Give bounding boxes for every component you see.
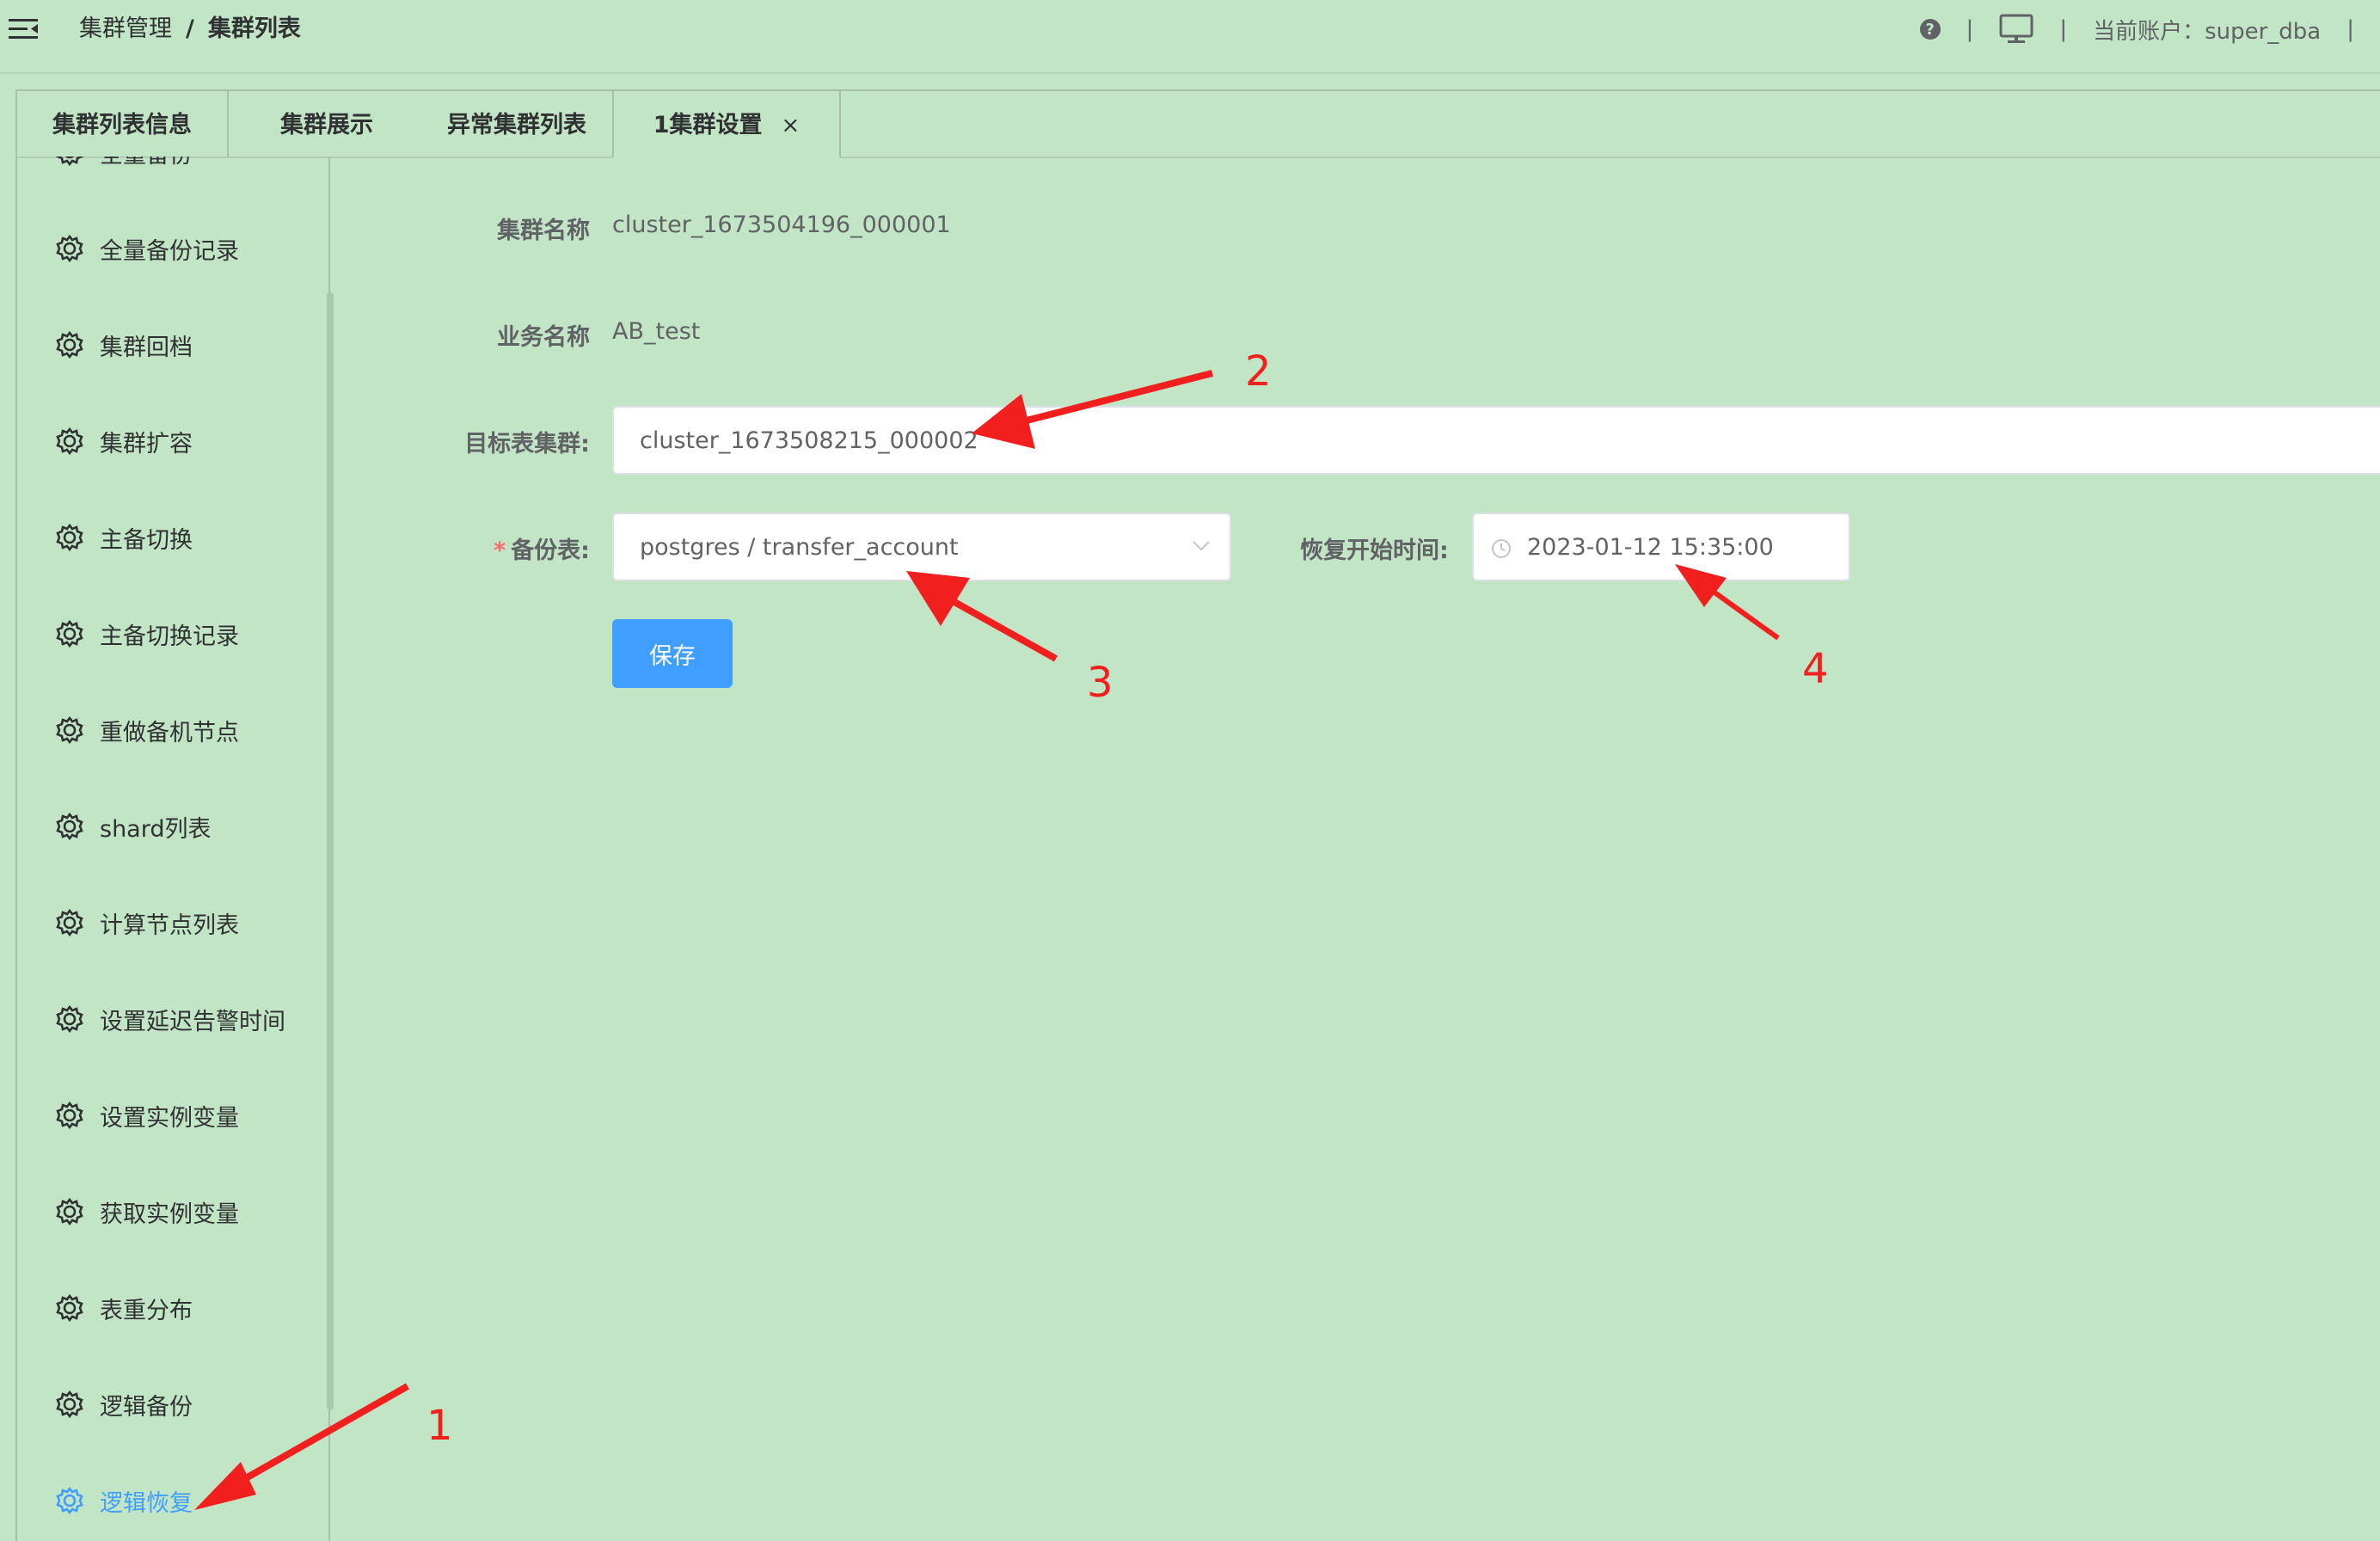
- annotation-3: 3: [1087, 659, 1113, 707]
- annotation-4: 4: [1802, 645, 1829, 693]
- annotation-1: 1: [426, 1402, 453, 1450]
- annotation-2: 2: [1245, 347, 1272, 396]
- annotation-arrows: [194, 370, 1780, 1510]
